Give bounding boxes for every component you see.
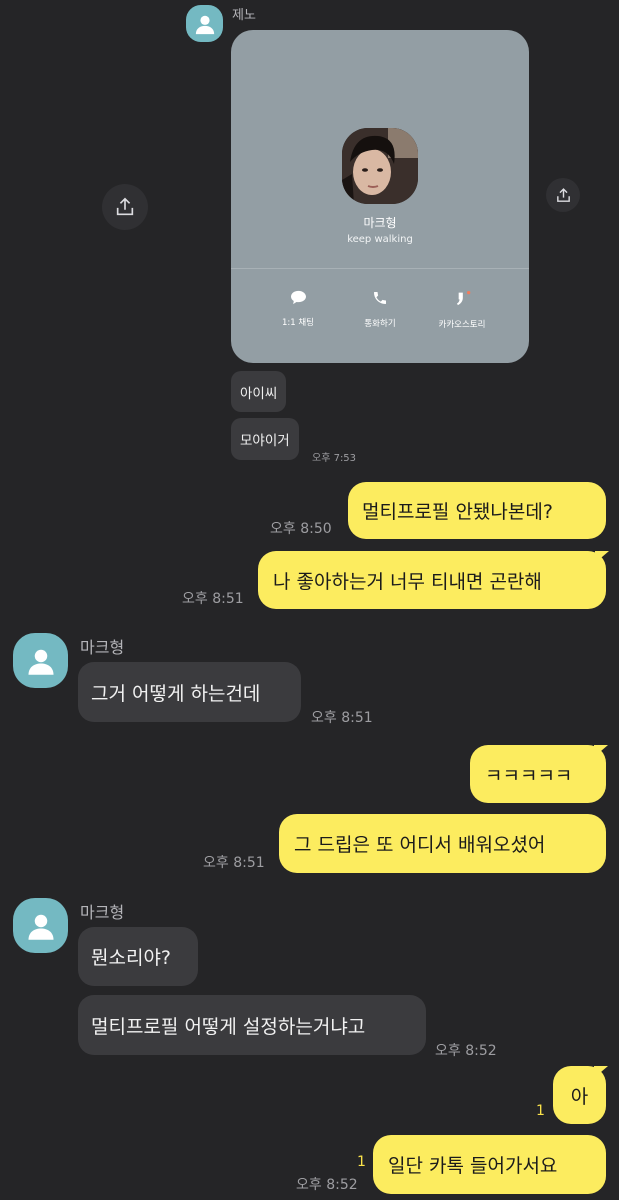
message-bubble[interactable]: 일단 카톡 들어가서요: [373, 1135, 606, 1194]
message-bubble[interactable]: 그 드립은 또 어디서 배워오셨어: [279, 814, 606, 873]
profile-photo: [342, 128, 418, 204]
sender-name: 제노: [232, 8, 256, 23]
kakaostory-action[interactable]: 카카오스토리: [417, 290, 507, 330]
person-icon: [28, 914, 53, 940]
message-text: ㅋㅋㅋㅋㅋ: [485, 764, 573, 787]
message-text: 뭔소리야?: [91, 947, 172, 969]
avatar[interactable]: [186, 5, 223, 42]
timestamp: 오후 8:51: [311, 710, 373, 726]
chat-action-label: 1:1 채팅: [281, 318, 315, 328]
message-text: 아: [570, 1085, 589, 1108]
message-bubble[interactable]: 모야이거: [231, 418, 299, 460]
divider: [231, 268, 529, 269]
sender-name: 마크형: [80, 903, 125, 922]
message-text: 그거 어떻게 하는건데: [91, 682, 261, 705]
call-action-label: 통화하기: [364, 319, 396, 329]
message-bubble[interactable]: ㅋㅋㅋㅋㅋ: [470, 745, 606, 803]
timestamp: 오후 7:53: [312, 453, 357, 464]
timestamp: 오후 8:50: [270, 521, 332, 537]
sender-name: 마크형: [80, 638, 125, 657]
person-icon: [28, 649, 53, 675]
timestamp: 오후 8:52: [296, 1177, 358, 1193]
person-icon: [195, 15, 214, 34]
share-icon: [116, 197, 134, 216]
chat-bubble-icon: [290, 290, 306, 305]
kakaostory-action-label: 카카오스토리: [438, 320, 486, 330]
message-text: 멀티프로필 어떻게 설정하는거냐고: [91, 1015, 366, 1038]
unread-count: 1: [357, 1154, 366, 1170]
share-button[interactable]: [102, 184, 148, 230]
message-text: 멀티프로필 안됐나본데?: [362, 501, 553, 523]
message-bubble[interactable]: 아이씨: [231, 371, 287, 412]
share-button[interactable]: [546, 178, 580, 212]
message-text: 모야이거: [240, 433, 290, 449]
message-bubble[interactable]: 나 좋아하는거 너무 티내면 곤란해: [258, 551, 606, 609]
kakaostory-icon: [457, 291, 471, 306]
message-bubble[interactable]: 멀티프로필 안됐나본데?: [348, 482, 606, 539]
message-text: 일단 카톡 들어가서요: [388, 1155, 558, 1177]
message-text: 나 좋아하는거 너무 티내면 곤란해: [273, 570, 542, 593]
message-text: 그 드립은 또 어디서 배워오셨어: [294, 834, 546, 856]
chat-action[interactable]: 1:1 채팅: [253, 290, 343, 328]
profile-name: 마크형: [363, 216, 397, 230]
message-text: 아이씨: [240, 385, 278, 402]
profile-card[interactable]: 마크형 keep walking 1:1 채팅 통화하기 카카오스토리: [231, 30, 529, 363]
timestamp: 오후 8:52: [435, 1043, 497, 1059]
share-icon: [556, 187, 570, 202]
message-bubble[interactable]: 그거 어떻게 하는건데: [78, 662, 301, 722]
timestamp: 오후 8:51: [182, 591, 244, 607]
call-action[interactable]: 통화하기: [335, 290, 425, 329]
avatar[interactable]: [13, 633, 68, 688]
unread-count: 1: [536, 1103, 545, 1119]
profile-status: keep walking: [347, 234, 413, 245]
message-bubble[interactable]: 뭔소리야?: [78, 927, 198, 986]
message-bubble[interactable]: 멀티프로필 어떻게 설정하는거냐고: [78, 995, 426, 1055]
phone-icon: [374, 292, 386, 304]
timestamp: 오후 8:51: [203, 855, 265, 871]
avatar[interactable]: [13, 898, 68, 953]
message-bubble[interactable]: 아: [553, 1066, 606, 1124]
